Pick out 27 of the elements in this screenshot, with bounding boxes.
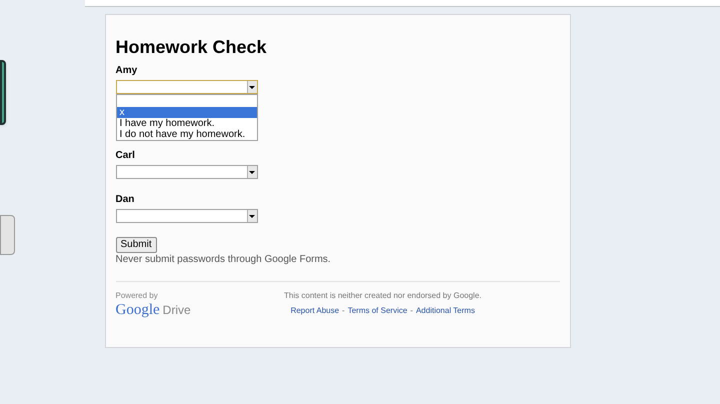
question-label: Dan xyxy=(116,194,136,206)
link-separator: - xyxy=(342,306,345,316)
powered-by-text: Powered by xyxy=(116,291,159,301)
disclaimer-text: This content is neither created nor endorsed by Google. xyxy=(284,291,482,301)
dropdown-field[interactable] xyxy=(116,80,258,94)
caret-icon xyxy=(246,166,256,178)
footer-link[interactable]: Terms of Service xyxy=(348,306,408,316)
question-label: Amy xyxy=(116,65,138,77)
side-widget[interactable] xyxy=(0,60,6,125)
dropdown-option[interactable]: I do not have my homework. xyxy=(116,129,256,140)
link-separator: - xyxy=(410,306,413,316)
dropdown-option[interactable]: I have my homework. xyxy=(116,118,256,129)
brand-logo: Google xyxy=(116,301,160,319)
form-title: Homework Check xyxy=(116,36,268,58)
dropdown-option[interactable]: x xyxy=(116,107,256,118)
submit-button[interactable]: Submit xyxy=(116,237,157,253)
caret-icon xyxy=(246,81,256,93)
side-tab-icon[interactable] xyxy=(0,215,15,255)
password-warning: Never submit passwords through Google Forms. xyxy=(116,254,332,266)
question-label: Carl xyxy=(116,150,136,162)
dropdown-field[interactable] xyxy=(116,165,258,179)
caret-icon xyxy=(246,210,256,222)
product-name: Drive xyxy=(162,302,191,319)
dropdown-field[interactable] xyxy=(116,209,258,223)
address-bar[interactable] xyxy=(85,0,720,7)
footer-link[interactable]: Report Abuse xyxy=(290,306,340,316)
footer-link[interactable]: Additional Terms xyxy=(416,306,475,316)
